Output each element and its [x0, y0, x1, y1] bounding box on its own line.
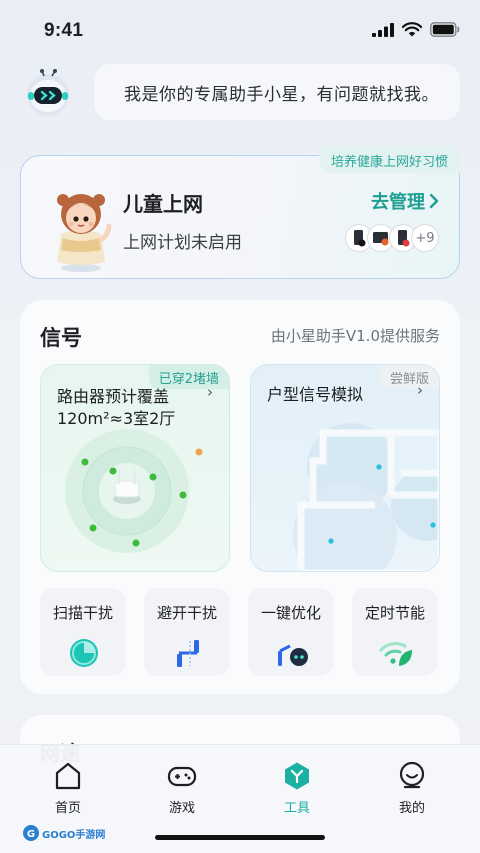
status-bar: 9:41 — [0, 0, 480, 60]
svg-text:G: G — [27, 829, 35, 840]
tool-scheduled-power-saving[interactable]: 定时节能 — [352, 588, 438, 676]
signal-provider: 由小星助手V1.0提供服务 — [270, 327, 440, 345]
child-internet-card[interactable]: 培养健康上网好习惯 儿童上网 上网计划未启用 去管理 +9 — [20, 147, 460, 279]
assistant-row[interactable]: 我是你的专属助手小星，有问题就找我。 — [20, 64, 460, 122]
home-indicator[interactable] — [155, 835, 325, 840]
tab-profile[interactable]: 我的 — [382, 761, 442, 816]
tool-one-click-optimize[interactable]: 一键优化 — [248, 588, 334, 676]
floorplan-simulation-card[interactable]: 尝鲜版 户型信号模拟 › — [250, 364, 440, 572]
tab-tools[interactable]: 工具 — [267, 761, 327, 816]
robot-assistant-icon[interactable] — [22, 68, 78, 118]
status-icons — [372, 22, 460, 37]
signal-panel: 信号 由小星助手V1.0提供服务 已穿2堵墙 路由器预计覆盖 120m²≈3室2… — [20, 300, 460, 694]
tab-label: 首页 — [54, 801, 81, 816]
tool-label: 定时节能 — [364, 604, 425, 622]
watermark-text: GOGO手游网 — [42, 829, 106, 841]
tool-label: 扫描干扰 — [52, 604, 113, 622]
wifi-icon — [402, 22, 422, 37]
avoid-interference-icon — [177, 640, 199, 667]
tool-label: 避开干扰 — [156, 604, 217, 622]
profile-icon — [399, 761, 425, 789]
coverage-label: 路由器预计覆盖 — [57, 387, 170, 406]
manage-button-label: 去管理 — [371, 192, 425, 213]
floorplan-label: 户型信号模拟 — [267, 385, 364, 404]
child-internet-title: 儿童上网 — [123, 192, 203, 216]
child-avatar-icon — [57, 194, 112, 272]
beta-tag: 尝鲜版 — [379, 365, 439, 389]
tab-label: 游戏 — [168, 801, 195, 816]
tool-scan-interference[interactable]: 扫描干扰 — [40, 588, 126, 676]
chevron-right-icon — [429, 193, 439, 209]
tab-home[interactable]: 首页 — [38, 761, 98, 816]
cellular-signal-icon — [372, 22, 394, 37]
scan-icon — [70, 639, 98, 667]
tool-label: 一键优化 — [260, 604, 321, 622]
router-coverage-card[interactable]: 已穿2堵墙 路由器预计覆盖 120m²≈3室2厅 › — [40, 364, 230, 572]
tab-games[interactable]: 游戏 — [152, 761, 212, 816]
child-internet-status: 上网计划未启用 — [123, 233, 242, 253]
home-icon — [55, 762, 81, 790]
gamepad-icon — [167, 766, 197, 787]
battery-icon — [430, 22, 460, 37]
manage-button[interactable]: 去管理 — [371, 188, 439, 214]
watermark: G GOGO手游网 — [22, 823, 105, 843]
chevron-right-icon: › — [207, 383, 213, 401]
tool-avoid-interference[interactable]: 避开干扰 — [144, 588, 230, 676]
status-time: 9:41 — [44, 20, 84, 41]
assistant-message[interactable]: 我是你的专属助手小星，有问题就找我。 — [94, 64, 460, 120]
tab-label: 我的 — [398, 801, 425, 816]
device-avatar-row[interactable]: +9 — [345, 224, 439, 252]
watermark-logo-icon: G — [23, 825, 39, 841]
tab-label: 工具 — [283, 801, 310, 816]
wifi-leaf-icon — [379, 642, 412, 666]
chevron-right-icon: › — [417, 381, 423, 399]
tools-icon — [285, 762, 309, 790]
coverage-value: 120m²≈3室2厅 — [57, 409, 176, 428]
optimize-icon — [278, 644, 308, 666]
child-internet-tag: 培养健康上网好习惯 — [318, 147, 460, 173]
more-devices-count: +9 — [411, 224, 439, 252]
signal-section-title: 信号 — [40, 326, 82, 350]
